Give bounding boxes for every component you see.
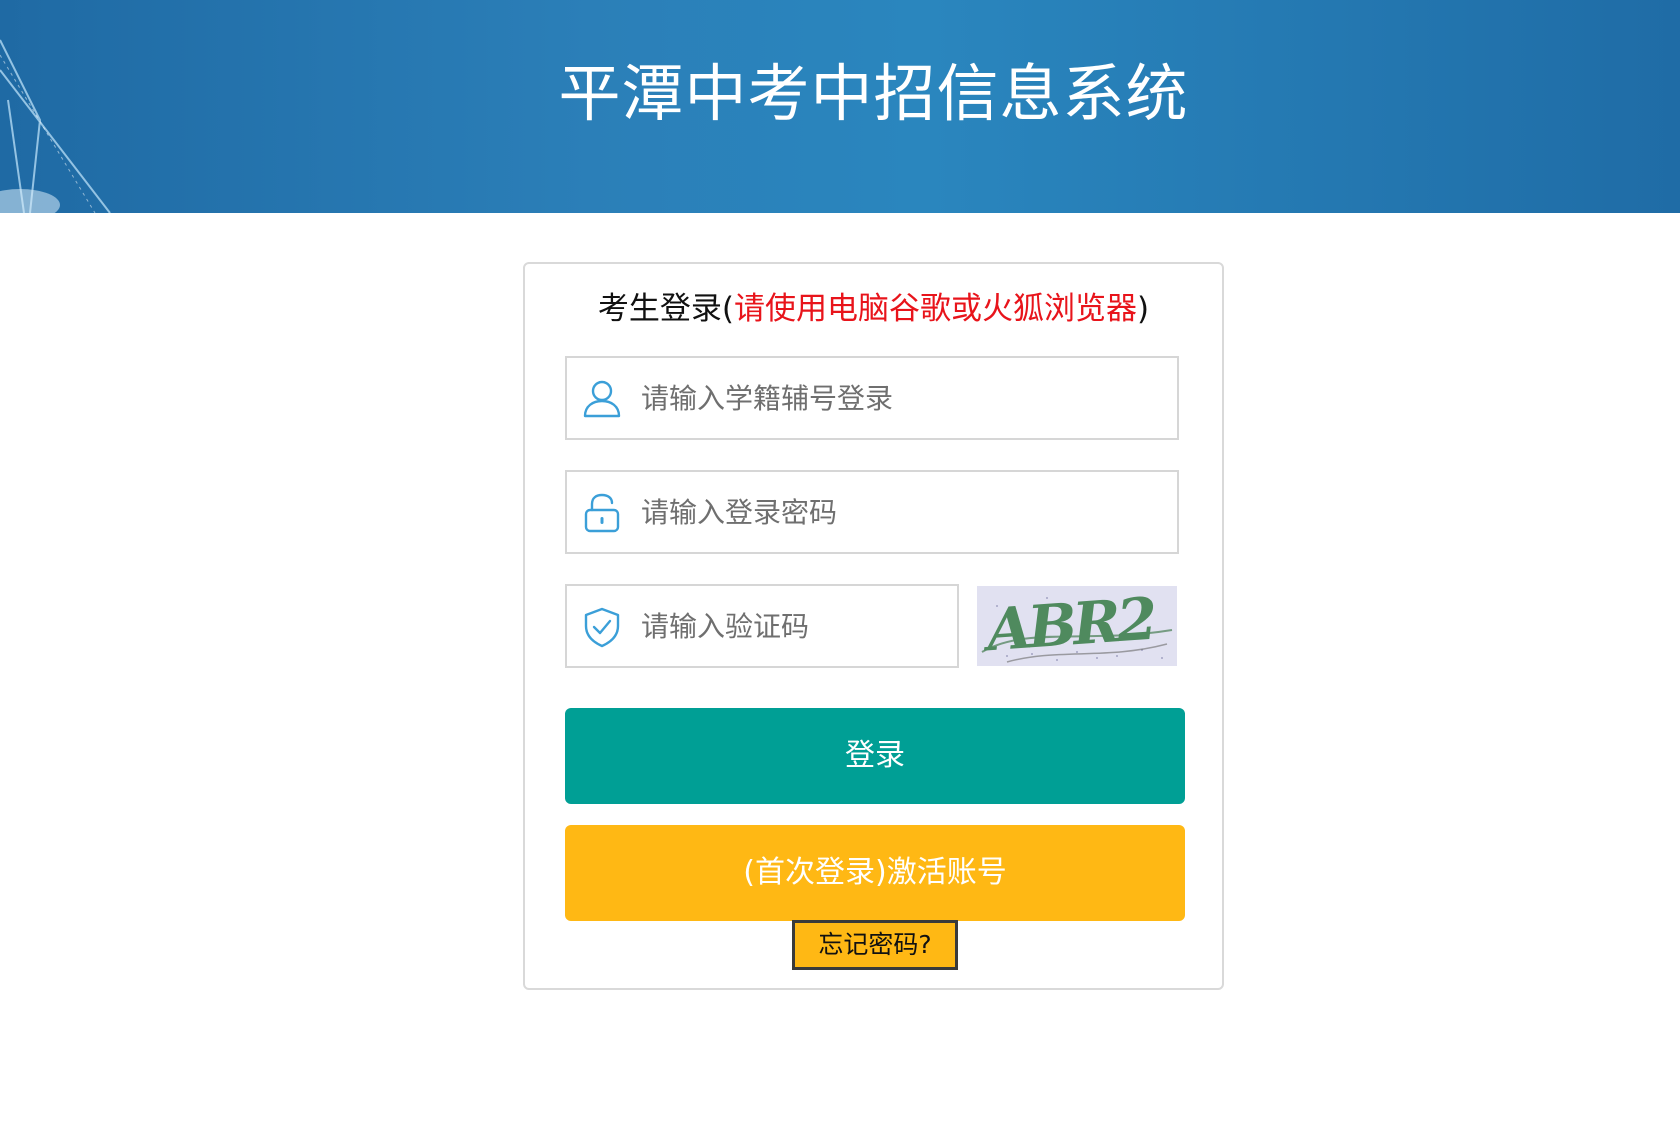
login-panel: 考生登录(请使用电脑谷歌或火狐浏览器) 请输入学籍辅号登录 请输入验证码 ABR… (523, 262, 1224, 990)
page-title: 平潭中考中招信息系统 (558, 57, 1189, 130)
login-button[interactable]: 登录 (565, 708, 1185, 804)
activate-account-button[interactable]: (首次登录)激活账号 (565, 825, 1185, 921)
forgot-password-button[interactable]: 忘记密码? (792, 920, 958, 970)
username-field[interactable] (565, 356, 1179, 440)
browser-warning: 请使用电脑谷歌或火狐浏览器 (734, 291, 1137, 327)
password-field[interactable] (565, 470, 1179, 554)
shield-check-icon (581, 606, 623, 648)
lock-icon (581, 492, 623, 534)
login-panel-title: 考生登录(请使用电脑谷歌或火狐浏览器) (525, 287, 1222, 331)
login-title-prefix: 考生登录( (597, 291, 734, 327)
captcha-text: ABR2 (980, 586, 1158, 665)
captcha-input[interactable] (641, 586, 941, 666)
captcha-field[interactable] (565, 584, 959, 668)
captcha-image[interactable]: ABR2 (977, 586, 1177, 666)
header-banner: 平潭中考中招信息系统 (0, 0, 1680, 213)
password-input[interactable] (641, 472, 1161, 552)
user-icon (581, 378, 623, 420)
login-title-suffix: ) (1137, 291, 1150, 327)
username-input[interactable] (641, 358, 1161, 438)
